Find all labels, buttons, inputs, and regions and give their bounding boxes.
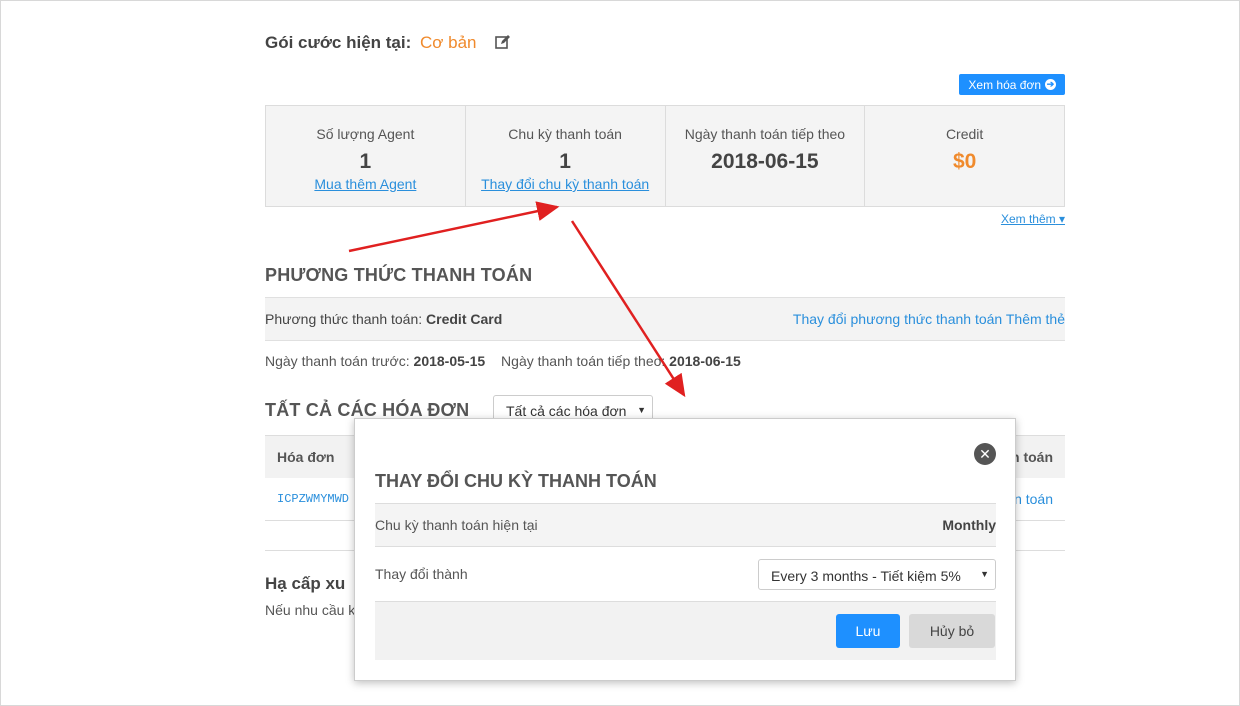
annotation-arrow (348, 201, 560, 253)
caret-down-icon: ▼ (980, 569, 989, 579)
modal-footer: Lưu Hủy bỏ (375, 602, 996, 660)
save-button[interactable]: Lưu (836, 614, 900, 648)
change-billing-cycle-modal: ✕ THAY ĐỔI CHU KỲ THANH TOÁN Chu kỳ than… (354, 418, 1016, 681)
modal-title: THAY ĐỔI CHU KỲ THANH TOÁN (375, 471, 657, 491)
change-cycle-label: Thay đổi thành (375, 566, 468, 582)
close-icon[interactable]: ✕ (974, 443, 996, 465)
annotation-arrow (570, 220, 686, 398)
current-cycle-row: Chu kỳ thanh toán hiện tại Monthly (375, 503, 996, 547)
current-cycle-value: Monthly (942, 517, 996, 533)
cycle-select-value: Every 3 months - Tiết kiệm 5% (771, 568, 961, 584)
cycle-select[interactable]: Every 3 months - Tiết kiệm 5% ▼ (758, 559, 996, 590)
cancel-button[interactable]: Hủy bỏ (909, 614, 995, 648)
current-cycle-label: Chu kỳ thanh toán hiện tại (375, 517, 538, 533)
change-cycle-row: Thay đổi thành Every 3 months - Tiết kiệ… (375, 547, 996, 602)
